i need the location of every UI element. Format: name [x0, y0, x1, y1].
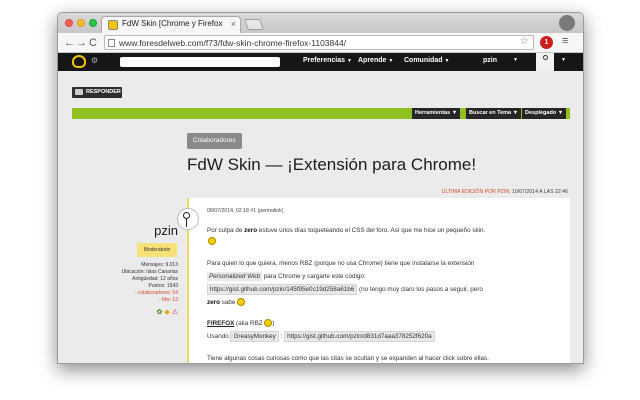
edit-date: 10/07/2014 A LAS 22:46: [510, 189, 568, 195]
back-button[interactable]: ←: [64, 36, 75, 50]
chevron-down-icon[interactable]: ▼: [561, 57, 566, 63]
post-meta: 09/07/2014, 02:18 #1 (permalink): [207, 208, 284, 214]
category-badge[interactable]: Colaboradores: [187, 133, 242, 149]
url-text: www.foresdelweb.com/f73/fdw-skin-chrome-…: [119, 38, 347, 48]
thread-toolbar: Herramientas ▼ Buscar en Tema ▼ Desplega…: [72, 108, 570, 119]
favicon-icon: [108, 20, 118, 30]
code-inline: Personalized Web: [207, 272, 262, 281]
nav-comunidad[interactable]: Comunidad ▼: [404, 57, 449, 64]
nav-username[interactable]: pzin: [483, 57, 497, 64]
author-fdw[interactable]: - fdw: 13: [98, 297, 178, 303]
user-mention[interactable]: zero: [244, 227, 257, 234]
gist-link[interactable]: https://gist.github.com/pzin/d831d7aaa37…: [284, 331, 435, 342]
post-paragraph: Por culpa de zero estuve unos días toque…: [207, 227, 486, 234]
forum-page: RESPONDER Herramientas ▼ Buscar en Tema …: [58, 71, 583, 363]
maximize-window-button[interactable]: [89, 19, 97, 27]
warning-icon: ⚠: [171, 309, 178, 316]
post-title: FdW Skin — ¡Extensión para Chrome!: [187, 155, 477, 174]
nav-aprende[interactable]: Aprende ▼: [358, 57, 393, 64]
forward-button[interactable]: →: [76, 36, 87, 50]
avatar-body-icon: [186, 219, 187, 227]
gist-link[interactable]: https://gist.github.com/pzin/145f95e0c19…: [207, 284, 358, 295]
page-icon: [108, 39, 115, 47]
post-avatar[interactable]: [177, 208, 199, 230]
edit-label: ÚLTIMA EDICIÓN POR PZIN;: [441, 189, 511, 195]
tab-title: FdW Skin [Chrome y Firefox: [122, 19, 223, 28]
tab-strip: FdW Skin [Chrome y Firefox ×: [58, 13, 583, 34]
post-paragraph: Usando GreasyMonkey : https://gist.githu…: [207, 331, 435, 342]
gear-icon[interactable]: ⚙: [91, 56, 98, 65]
author-stat: Antigüedad: 12 años: [132, 276, 178, 282]
author-stat: Puntos: 1543: [148, 283, 178, 289]
author-name[interactable]: pzin: [124, 223, 178, 238]
new-tab-button[interactable]: [243, 19, 265, 30]
avatar-head-icon: [183, 212, 190, 219]
smiley-icon: [208, 237, 216, 245]
tab-active[interactable]: FdW Skin [Chrome y Firefox ×: [101, 16, 241, 34]
author-stat: Mensajes: 9.013: [141, 262, 178, 268]
reload-button[interactable]: C: [89, 36, 97, 50]
author-badges: ✿ ◆ ⚠: [142, 308, 178, 316]
smiley-icon: [237, 298, 246, 307]
edit-meta: ÚLTIMA EDICIÓN POR PZIN; 10/07/2014 A LA…: [442, 189, 568, 195]
browser-toolbar: ← → C www.foresdelweb.com/f73/fdw-skin-c…: [58, 33, 583, 53]
bookmark-star-icon[interactable]: ☆: [520, 36, 529, 47]
post-paragraph: FIREFOX (aka RBZ ): [207, 319, 275, 328]
reply-icon: [75, 89, 83, 95]
leaf-badge-icon: ✿: [156, 309, 163, 316]
profile-icon[interactable]: [559, 15, 575, 31]
address-bar[interactable]: www.foresdelweb.com/f73/fdw-skin-chrome-…: [104, 35, 534, 50]
site-logo[interactable]: [72, 55, 86, 68]
display-mode-button[interactable]: Desplegado ▼: [522, 108, 567, 119]
site-header: ⚙ Preferencias ▼ Aprende ▼ Comunidad ▼ p…: [58, 53, 583, 71]
user-mention[interactable]: zero: [207, 299, 220, 306]
post-paragraph: https://gist.github.com/pzin/145f95e0c19…: [207, 284, 483, 295]
search-thread-button[interactable]: Buscar en Tema ▼: [466, 108, 522, 119]
post-paragraph: Personalized Web para Chrome y cargarle …: [207, 272, 366, 281]
author-colaboradores[interactable]: - colaboradores: 54: [98, 290, 178, 296]
avatar-figure-icon: [543, 55, 548, 60]
post-paragraph: Tiene algunas cosas curiosas como que la…: [207, 355, 489, 362]
post-paragraph: zero sabe: [207, 298, 246, 307]
site-search-input[interactable]: [120, 57, 280, 67]
code-inline: GreasyMonkey: [230, 331, 279, 342]
post-body: 09/07/2014, 02:18 #1 (permalink) Por cul…: [177, 198, 570, 363]
reply-button[interactable]: RESPONDER: [72, 87, 122, 98]
nav-preferencias[interactable]: Preferencias ▼: [303, 57, 352, 64]
author-role-badge: Moderatorin: [137, 243, 177, 257]
diamond-badge-icon: ◆: [164, 309, 170, 316]
minimize-window-button[interactable]: [77, 19, 85, 27]
tools-menu-button[interactable]: Herramientas ▼: [412, 108, 461, 119]
post-paragraph: Para quien lo que quiera, menos RBZ (por…: [207, 260, 475, 267]
firefox-heading[interactable]: FIREFOX: [207, 320, 234, 327]
menu-icon[interactable]: ≡: [562, 35, 568, 47]
close-window-button[interactable]: [65, 19, 73, 27]
chevron-down-icon[interactable]: ▼: [513, 57, 518, 63]
extension-icon[interactable]: 1: [540, 36, 553, 49]
browser-window: FdW Skin [Chrome y Firefox × ← → C www.f…: [57, 12, 584, 364]
tab-close-button[interactable]: ×: [231, 19, 236, 29]
author-stat: Ubicación: Islas Canarias: [121, 269, 178, 275]
header-avatar[interactable]: [536, 53, 554, 71]
